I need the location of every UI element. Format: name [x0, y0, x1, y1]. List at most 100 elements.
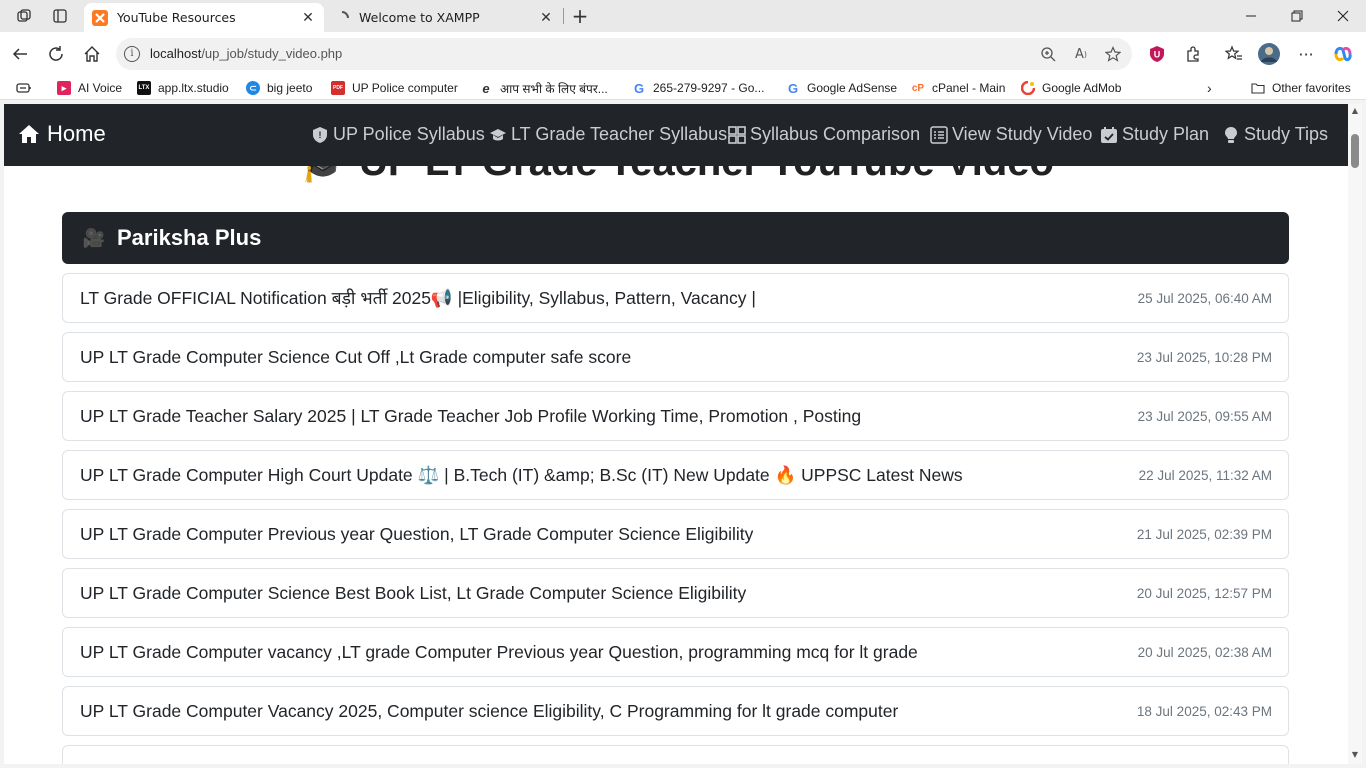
video-list-item[interactable]: UP LT Grade Computer Previous year Quest…	[62, 509, 1289, 559]
restore-icon[interactable]	[1274, 0, 1320, 32]
video-date: 23 Jul 2025, 09:55 AM	[1137, 408, 1272, 424]
video-title[interactable]: LT Grade OFFICIAL Notification बड़ी भर्त…	[80, 286, 756, 310]
favorites-bar: ▸ AI Voice LTX app.ltx.studio ⊂ big jeeto P…	[0, 76, 1366, 100]
scroll-thumb[interactable]	[1351, 134, 1359, 168]
shield-icon: !	[311, 126, 329, 144]
url-text[interactable]: localhost/up_job/study_video.php	[150, 46, 342, 61]
nav-up-police-syllabus[interactable]: ! UP Police Syllabus	[311, 124, 485, 145]
house-icon	[19, 125, 39, 143]
video-title[interactable]: UP LT Grade Teacher Salary 2025 | LT Gra…	[80, 406, 861, 427]
video-list-item[interactable]: UP LT Grade Computer vacancy ,LT grade C…	[62, 627, 1289, 677]
fav-bumper[interactable]: e आप सभी के लिए बंपर...	[479, 80, 607, 96]
list-icon	[930, 125, 948, 144]
home-icon[interactable]	[80, 42, 104, 66]
close-tab-icon[interactable]: ✕	[296, 6, 320, 30]
nav-view-study-video[interactable]: View Study Video	[930, 124, 1092, 145]
read-aloud-icon[interactable]: A)	[1071, 44, 1091, 64]
nav-study-plan[interactable]: Study Plan	[1100, 124, 1209, 145]
scroll-down-arrow-icon[interactable]: ▼	[1350, 750, 1360, 760]
loading-spinner-icon	[334, 10, 350, 26]
close-window-icon[interactable]	[1320, 0, 1366, 32]
video-title[interactable]: UP LT Grade Computer Previous year Quest…	[80, 524, 753, 545]
video-list-item[interactable]: UP LT Grade Computer High Court Update ⚖…	[62, 450, 1289, 500]
fav-label: Google AdMob	[1042, 81, 1122, 95]
favorite-star-icon[interactable]	[1103, 44, 1123, 64]
new-tab-icon[interactable]: +	[567, 4, 593, 28]
fav-ai-voice[interactable]: ▸ AI Voice	[57, 80, 122, 96]
nav-label: LT Grade Teacher Syllabus	[511, 124, 728, 144]
page-scrollbar[interactable]: ▲ ▼	[1348, 104, 1362, 764]
fav-google-adsense[interactable]: G Google AdSense	[786, 80, 897, 96]
video-list-item[interactable]: UP LT Grade Computer Science Best Book L…	[62, 568, 1289, 618]
video-date: 23 Jul 2025, 10:28 PM	[1136, 349, 1272, 365]
google-icon: G	[633, 80, 645, 96]
fav-ltx-studio[interactable]: LTX app.ltx.studio	[137, 80, 229, 96]
fav-label: AI Voice	[78, 81, 123, 95]
fav-cpanel[interactable]: cP cPanel - Main	[911, 80, 1006, 96]
video-date: 20 Jul 2025, 12:57 PM	[1136, 585, 1272, 601]
fav-label: Google AdSense	[807, 81, 898, 95]
shield-extension-icon[interactable]: U	[1146, 43, 1168, 65]
fav-big-jeeto[interactable]: ⊂ big jeeto	[246, 80, 312, 96]
brand-label: Home	[47, 121, 106, 146]
brand-home-link[interactable]: Home	[18, 121, 106, 147]
zoom-icon[interactable]	[1038, 44, 1058, 64]
nav-label: Study Tips	[1244, 124, 1329, 144]
video-title[interactable]: UP LT Grade Computer High Court Update ⚖…	[80, 465, 963, 486]
more-options-icon[interactable]: ···	[1295, 43, 1317, 65]
favorites-sidebar-icon[interactable]	[16, 80, 32, 96]
refresh-icon[interactable]	[44, 42, 68, 66]
video-title[interactable]: UP LT Grade Computer Science Best Book L…	[80, 583, 746, 604]
video-date: 20 Jul 2025, 02:38 AM	[1137, 644, 1272, 660]
fav-label: 265-279-9297 - Go...	[653, 81, 765, 95]
fav-google-admob[interactable]: Google AdMob	[1021, 80, 1121, 96]
video-list-item[interactable]: UP LT Grade Computer Science Cut Off ,Lt…	[62, 332, 1289, 382]
lightbulb-icon	[1222, 126, 1240, 144]
video-list-item[interactable]: LT Grade OFFICIAL Notification बड़ी भर्त…	[62, 273, 1289, 323]
favorites-icon[interactable]	[1223, 43, 1245, 65]
url-path: /up_job/study_video.php	[201, 46, 343, 61]
video-title[interactable]: UP LT Grade Computer vacancy ,LT grade C…	[80, 642, 918, 663]
google-icon: G	[787, 80, 799, 96]
fav-label: UP Police computer	[352, 81, 458, 95]
chevron-right-icon[interactable]: ›	[1207, 80, 1212, 96]
nav-study-tips[interactable]: Study Tips	[1222, 124, 1328, 145]
other-favorites[interactable]: Other favorites	[1251, 80, 1351, 96]
nav-lt-grade-syllabus[interactable]: LT Grade Teacher Syllabus	[489, 124, 727, 145]
nav-label: UP Police Syllabus	[333, 124, 485, 144]
extensions-icon[interactable]	[1182, 43, 1204, 65]
tab-welcome-xampp[interactable]: Welcome to XAMPP ✕	[326, 3, 562, 32]
folder-icon	[1251, 81, 1265, 95]
fav-up-police[interactable]: PDF UP Police computer	[331, 80, 458, 96]
channel-header: 🎥 Pariksha Plus	[62, 212, 1289, 264]
profile-avatar[interactable]	[1258, 43, 1280, 65]
video-list-item[interactable]: UP LT Grade Teacher Salary 2025 | LT Gra…	[62, 391, 1289, 441]
nav-label: View Study Video	[952, 124, 1093, 144]
video-title[interactable]: UP LT Grade Computer Vacancy 2025, Compu…	[80, 701, 898, 722]
address-bar[interactable]: i localhost/up_job/study_video.php A)	[116, 38, 1132, 70]
copilot-icon[interactable]	[1332, 43, 1354, 65]
workspaces-icon[interactable]	[13, 6, 35, 26]
fav-google-number[interactable]: G 265-279-9297 - Go...	[632, 80, 764, 96]
page-viewport: 🎓 UP LT Grade Teacher YouTube Video Home…	[4, 104, 1348, 764]
url-host: localhost	[150, 46, 202, 61]
video-title[interactable]: UP LT Grade Computer Science Cut Off ,Lt…	[80, 347, 631, 368]
nav-syllabus-comparison[interactable]: Syllabus Comparison	[728, 124, 920, 145]
video-list-item[interactable]	[62, 745, 1289, 764]
back-icon[interactable]	[8, 42, 32, 66]
video-list-item[interactable]: UP LT Grade Computer Vacancy 2025, Compu…	[62, 686, 1289, 736]
vertical-tabs-icon[interactable]	[49, 6, 71, 26]
video-date: 25 Jul 2025, 06:40 AM	[1137, 290, 1272, 306]
scroll-up-arrow-icon[interactable]: ▲	[1350, 106, 1360, 116]
svg-text:U: U	[1154, 50, 1161, 60]
video-list: LT Grade OFFICIAL Notification बड़ी भर्त…	[62, 273, 1289, 764]
fav-label: app.ltx.studio	[158, 81, 229, 95]
site-info-icon[interactable]: i	[124, 46, 140, 62]
tab-youtube-resources[interactable]: YouTube Resources ✕	[84, 3, 324, 32]
minimize-icon[interactable]	[1228, 0, 1274, 32]
close-tab-icon[interactable]: ✕	[534, 6, 558, 30]
video-camera-icon: 🎥	[82, 227, 106, 248]
columns-icon	[728, 125, 746, 144]
fav-label: Other favorites	[1272, 81, 1351, 95]
e-icon: e	[482, 80, 490, 96]
